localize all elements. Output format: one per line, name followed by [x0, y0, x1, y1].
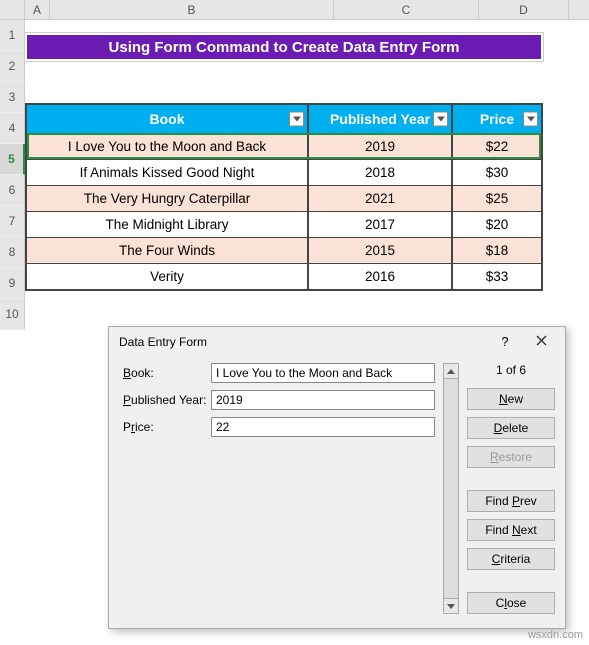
cell-price[interactable]: $33: [453, 264, 541, 289]
row-header-1[interactable]: 1: [0, 20, 25, 51]
col-header-B[interactable]: B: [50, 0, 334, 19]
dialog-buttons: 1 of 6 New Delete Restore Find Prev Find…: [467, 363, 555, 614]
header-year-label: Published Year: [330, 111, 430, 127]
form-scrollbar[interactable]: [443, 363, 459, 614]
row-header-3[interactable]: 3: [0, 82, 25, 113]
data-entry-form-dialog: Data Entry Form ? Book: Published Year: …: [108, 326, 566, 629]
table-row[interactable]: The Very Hungry Caterpillar 2021 $25: [27, 185, 541, 211]
dialog-titlebar[interactable]: Data Entry Form ?: [109, 327, 565, 357]
new-button[interactable]: New: [467, 388, 555, 410]
input-book[interactable]: [211, 363, 435, 383]
field-book: Book:: [123, 363, 435, 383]
field-price: Price:: [123, 417, 435, 437]
row-header-2[interactable]: 2: [0, 51, 25, 82]
filter-icon[interactable]: [433, 112, 448, 127]
cell-year[interactable]: 2017: [309, 212, 453, 237]
col-header-D[interactable]: D: [479, 0, 569, 19]
table-row[interactable]: The Four Winds 2015 $18: [27, 237, 541, 263]
row-headers: 1 2 3 4 5 6 7 8 9 10: [0, 20, 25, 330]
form-fields: Book: Published Year: Price:: [123, 363, 435, 614]
filter-icon[interactable]: [289, 112, 304, 127]
table-row[interactable]: I Love You to the Moon and Back 2019 $22: [27, 133, 541, 159]
cell-book[interactable]: Verity: [27, 264, 309, 289]
column-headers: A B C D: [0, 0, 589, 20]
close-button[interactable]: Close: [467, 592, 555, 614]
row-header-5[interactable]: 5: [0, 144, 25, 175]
find-prev-button[interactable]: Find Prev: [467, 490, 555, 512]
criteria-button[interactable]: Criteria: [467, 548, 555, 570]
cell-year[interactable]: 2021: [309, 186, 453, 211]
cell-book[interactable]: I Love You to the Moon and Back: [27, 134, 309, 159]
scroll-down-icon[interactable]: [443, 598, 459, 614]
col-header-C[interactable]: C: [334, 0, 479, 19]
cell-book[interactable]: The Very Hungry Caterpillar: [27, 186, 309, 211]
row-header-8[interactable]: 8: [0, 237, 25, 268]
col-header-A[interactable]: A: [25, 0, 50, 19]
watermark: wsxdn.com: [528, 629, 583, 641]
cell-book[interactable]: The Midnight Library: [27, 212, 309, 237]
dialog-body: Book: Published Year: Price: 1 of 6 New …: [109, 357, 565, 624]
find-next-button[interactable]: Find Next: [467, 519, 555, 541]
scroll-track[interactable]: [443, 379, 459, 598]
cell-price[interactable]: $20: [453, 212, 541, 237]
scroll-up-icon[interactable]: [443, 363, 459, 379]
record-counter: 1 of 6: [467, 363, 555, 379]
input-price[interactable]: [211, 417, 435, 437]
table-row[interactable]: The Midnight Library 2017 $20: [27, 211, 541, 237]
cell-book[interactable]: If Animals Kissed Good Night: [27, 160, 309, 185]
row-header-6[interactable]: 6: [0, 175, 25, 206]
cell-year[interactable]: 2015: [309, 238, 453, 263]
cell-price[interactable]: $22: [453, 134, 541, 159]
cell-price[interactable]: $18: [453, 238, 541, 263]
page-title: Using Form Command to Create Data Entry …: [25, 33, 543, 61]
cell-year[interactable]: 2019: [309, 134, 453, 159]
label-year: Published Year:: [123, 393, 211, 407]
row-header-10[interactable]: 10: [0, 299, 25, 330]
delete-button[interactable]: Delete: [467, 417, 555, 439]
input-year[interactable]: [211, 390, 435, 410]
dialog-title: Data Entry Form: [119, 335, 487, 349]
help-button[interactable]: ?: [487, 329, 523, 355]
table-header: Book Published Year Price: [27, 105, 541, 133]
close-icon[interactable]: [523, 329, 559, 355]
header-book-label: Book: [150, 111, 185, 127]
cell-year[interactable]: 2018: [309, 160, 453, 185]
restore-button[interactable]: Restore: [467, 446, 555, 468]
label-book: Book:: [123, 366, 211, 380]
cell-price[interactable]: $30: [453, 160, 541, 185]
cell-price[interactable]: $25: [453, 186, 541, 211]
label-price: Price:: [123, 420, 211, 434]
row-header-4[interactable]: 4: [0, 113, 25, 144]
spreadsheet-grid: A B C D 1 2 3 4 5 6 7 8 9 10: [0, 0, 589, 20]
header-price-label: Price: [480, 111, 514, 127]
corner-cell[interactable]: [0, 0, 25, 19]
header-year[interactable]: Published Year: [309, 105, 453, 133]
table-row[interactable]: If Animals Kissed Good Night 2018 $30: [27, 159, 541, 185]
field-year: Published Year:: [123, 390, 435, 410]
row-header-7[interactable]: 7: [0, 206, 25, 237]
header-price[interactable]: Price: [453, 105, 541, 133]
cell-year[interactable]: 2016: [309, 264, 453, 289]
header-book[interactable]: Book: [27, 105, 309, 133]
data-table: Book Published Year Price I Love You to …: [25, 103, 543, 291]
cell-book[interactable]: The Four Winds: [27, 238, 309, 263]
table-row[interactable]: Verity 2016 $33: [27, 263, 541, 289]
filter-icon[interactable]: [523, 112, 538, 127]
row-header-9[interactable]: 9: [0, 268, 25, 299]
